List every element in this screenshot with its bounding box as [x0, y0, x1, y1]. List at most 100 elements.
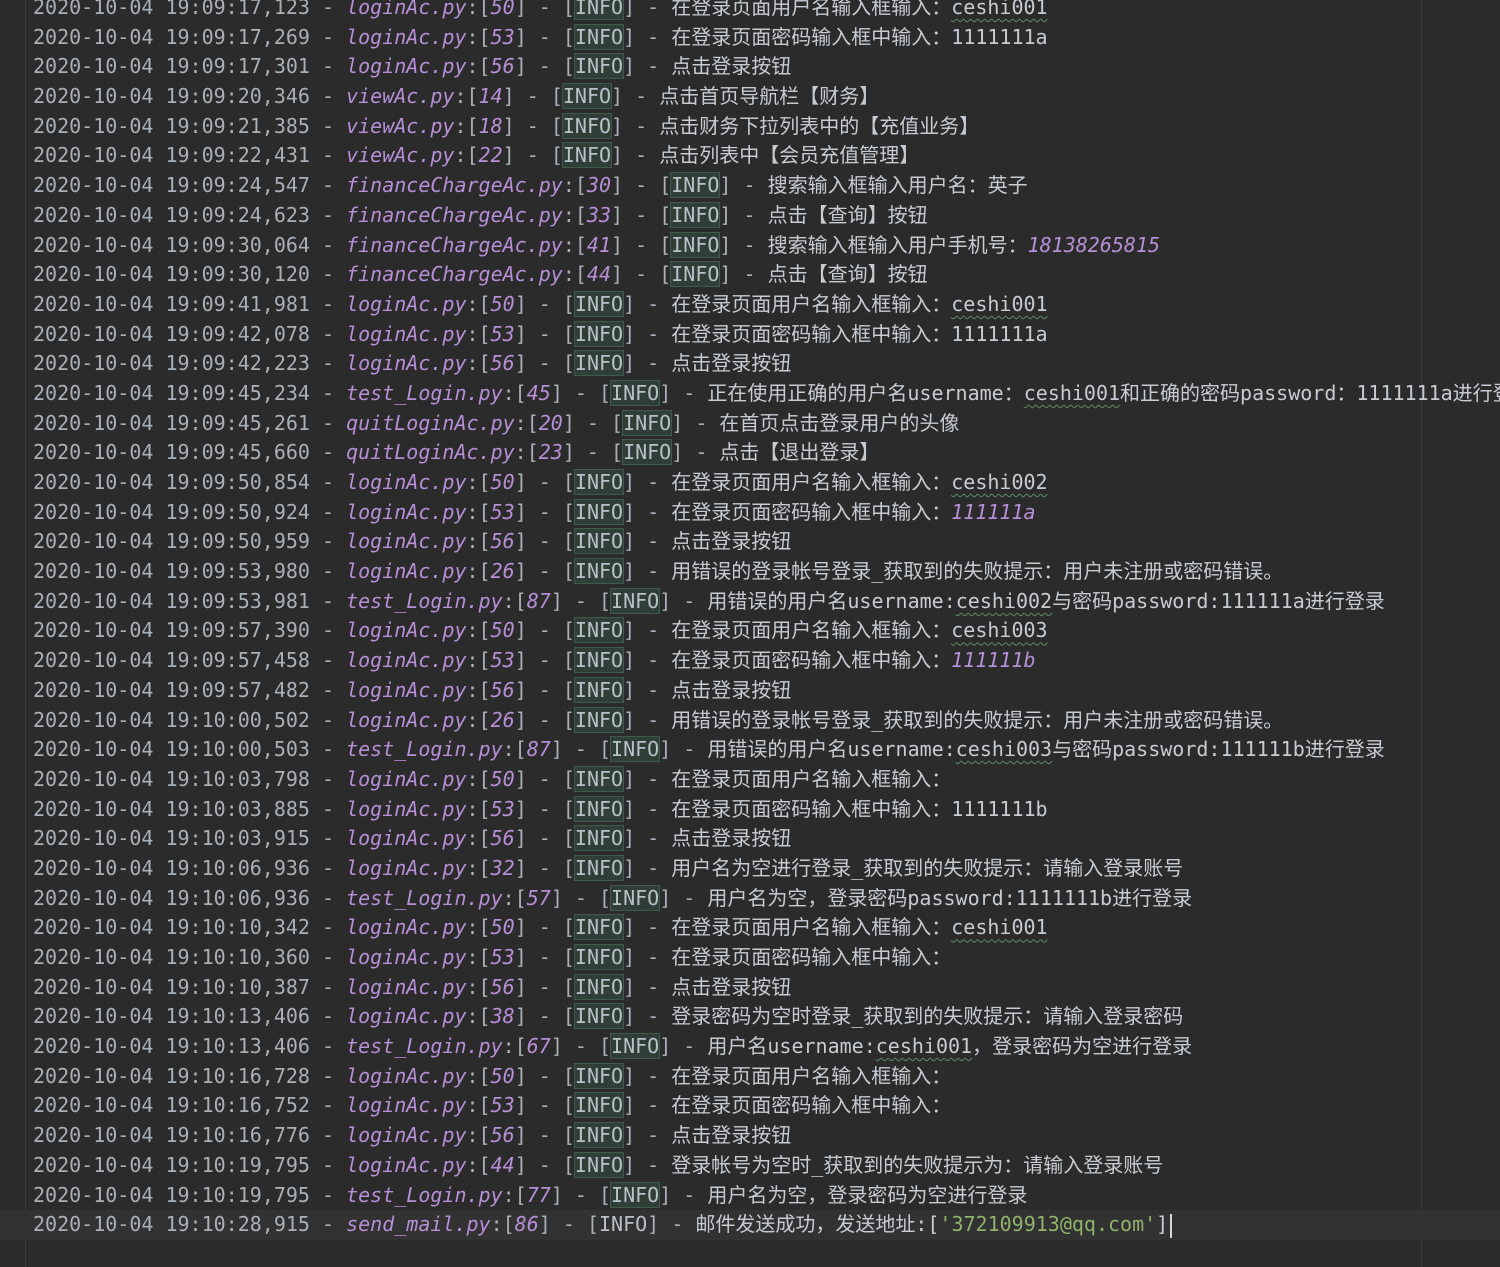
punct: [: [562, 321, 575, 346]
log-file-name: loginAc.py: [346, 826, 467, 851]
log-line[interactable]: 2020-10-04 19:09:50,854 - loginAc.py:[50…: [33, 468, 1500, 498]
separator: -: [574, 410, 612, 435]
log-line[interactable]: 2020-10-04 19:09:45,261 - quitLoginAc.py…: [33, 409, 1500, 439]
log-line[interactable]: 2020-10-04 19:10:16,776 - loginAc.py:[56…: [33, 1121, 1500, 1151]
log-file-name: test_Login.py: [346, 380, 503, 405]
log-line[interactable]: 2020-10-04 19:10:03,798 - loginAc.py:[50…: [33, 765, 1500, 795]
log-level: INFO: [573, 765, 625, 792]
log-message: 点击【查询】按钮: [767, 202, 928, 227]
punct: ]: [623, 291, 636, 316]
log-line[interactable]: 2020-10-04 19:09:57,390 - loginAc.py:[50…: [33, 616, 1500, 646]
punct: ]: [514, 470, 527, 494]
log-file-name: test_Login.py: [346, 737, 503, 762]
log-value: 1111111a: [951, 24, 1048, 49]
log-line[interactable]: 2020-10-04 19:10:28,915 - send_mail.py:[…: [0, 1210, 1500, 1240]
log-level: INFO: [573, 23, 625, 50]
log-line[interactable]: 2020-10-04 19:10:16,752 - loginAc.py:[53…: [33, 1091, 1500, 1121]
log-line[interactable]: 2020-10-04 19:09:30,120 - financeChargeA…: [33, 260, 1500, 290]
punct: ]: [611, 232, 624, 257]
separator: -: [635, 974, 672, 999]
log-line[interactable]: 2020-10-04 19:09:53,980 - loginAc.py:[26…: [33, 557, 1500, 587]
log-line-number: 53: [490, 945, 515, 969]
log-line[interactable]: 2020-10-04 19:10:16,728 - loginAc.py:[50…: [33, 1062, 1500, 1092]
log-line[interactable]: 2020-10-04 19:10:06,936 - loginAc.py:[32…: [33, 854, 1500, 884]
log-line[interactable]: 2020-10-04 19:10:13,406 - test_Login.py:…: [33, 1032, 1500, 1062]
log-line[interactable]: 2020-10-04 19:09:20,346 - viewAc.py:[14]…: [33, 82, 1500, 112]
log-line[interactable]: 2020-10-04 19:09:53,981 - test_Login.py:…: [33, 587, 1500, 617]
log-timestamp: 2020-10-04 19:10:00,503: [33, 737, 310, 762]
log-file-name: loginAc.py: [346, 855, 467, 880]
log-line[interactable]: 2020-10-04 19:10:19,795 - loginAc.py:[44…: [33, 1151, 1500, 1181]
separator: -: [526, 1093, 563, 1118]
separator: -: [309, 529, 347, 554]
log-line[interactable]: 2020-10-04 19:09:57,458 - loginAc.py:[53…: [33, 646, 1500, 676]
punct: ]: [502, 143, 515, 168]
punct: :[: [454, 84, 479, 109]
log-line[interactable]: 2020-10-04 19:09:50,924 - loginAc.py:[53…: [33, 498, 1500, 528]
log-line[interactable]: 2020-10-04 19:09:42,078 - loginAc.py:[53…: [33, 320, 1500, 350]
punct: :[: [502, 1182, 527, 1207]
separator: -: [526, 707, 563, 732]
log-timestamp: 2020-10-04 19:09:57,482: [33, 677, 310, 702]
separator: -: [526, 0, 563, 19]
log-line[interactable]: 2020-10-04 19:10:00,503 - test_Login.py:…: [33, 735, 1500, 765]
log-line[interactable]: 2020-10-04 19:10:06,936 - test_Login.py:…: [33, 884, 1500, 914]
log-line[interactable]: 2020-10-04 19:09:17,123 - loginAc.py:[50…: [33, 0, 1500, 23]
log-line[interactable]: 2020-10-04 19:10:10,342 - loginAc.py:[50…: [33, 913, 1500, 943]
log-line[interactable]: 2020-10-04 19:10:10,360 - loginAc.py:[53…: [33, 943, 1500, 973]
log-file-name: financeChargeAc.py: [346, 202, 563, 227]
punct: :[: [466, 1123, 491, 1148]
log-message: 点击登录按钮: [671, 529, 792, 554]
log-level: INFO: [573, 1151, 625, 1178]
log-file-name: loginAc.py: [346, 0, 467, 19]
log-line[interactable]: 2020-10-04 19:09:24,547 - financeChargeA…: [33, 171, 1500, 201]
log-view[interactable]: 2020-10-04 19:09:17,123 - loginAc.py:[50…: [0, 0, 1500, 1240]
log-value: ceshi002: [951, 470, 1048, 494]
log-level: INFO: [573, 706, 625, 733]
log-line[interactable]: 2020-10-04 19:09:45,234 - test_Login.py:…: [33, 379, 1500, 409]
log-value: ceshi002: [955, 588, 1053, 613]
log-line[interactable]: 2020-10-04 19:10:19,795 - test_Login.py:…: [33, 1181, 1500, 1211]
log-message: 在登录页面用户名输入框输入：: [671, 915, 952, 940]
punct: [: [598, 1034, 612, 1059]
log-line[interactable]: 2020-10-04 19:10:03,885 - loginAc.py:[53…: [33, 795, 1500, 825]
log-file-name: loginAc.py: [346, 470, 467, 494]
separator: -: [671, 737, 708, 762]
log-level: INFO: [573, 469, 625, 495]
log-line[interactable]: 2020-10-04 19:09:57,482 - loginAc.py:[56…: [33, 676, 1500, 706]
editor-gutter[interactable]: [0, 0, 26, 1267]
log-message: 点击【退出登录】: [719, 440, 880, 465]
log-message: 正在使用正确的用户名username：: [707, 380, 1024, 405]
log-line[interactable]: 2020-10-04 19:09:24,623 - financeChargeA…: [33, 201, 1500, 231]
log-line[interactable]: 2020-10-04 19:09:17,269 - loginAc.py:[53…: [33, 23, 1500, 53]
punct: ]: [514, 499, 527, 524]
log-line[interactable]: 2020-10-04 19:09:21,385 - viewAc.py:[18]…: [33, 112, 1500, 142]
log-line-number: 87: [526, 588, 551, 613]
punct: [: [562, 796, 575, 821]
log-line[interactable]: 2020-10-04 19:09:45,660 - quitLoginAc.py…: [33, 438, 1500, 468]
log-timestamp: 2020-10-04 19:09:57,390: [33, 618, 310, 643]
separator: -: [309, 113, 347, 138]
punct: ]: [514, 1093, 527, 1118]
separator: -: [309, 559, 347, 584]
separator: -: [623, 143, 660, 168]
log-line[interactable]: 2020-10-04 19:10:00,502 - loginAc.py:[26…: [33, 706, 1500, 736]
log-line[interactable]: 2020-10-04 19:09:50,959 - loginAc.py:[56…: [33, 527, 1500, 557]
separator: -: [635, 1093, 672, 1118]
log-line-number: 50: [490, 470, 515, 494]
separator: -: [309, 1093, 347, 1118]
log-line[interactable]: 2020-10-04 19:09:17,301 - loginAc.py:[56…: [33, 52, 1500, 82]
log-line[interactable]: 2020-10-04 19:10:03,915 - loginAc.py:[56…: [33, 824, 1500, 854]
log-line[interactable]: 2020-10-04 19:09:30,064 - financeChargeA…: [33, 231, 1500, 261]
separator: -: [526, 618, 563, 643]
separator: -: [309, 440, 347, 465]
log-line[interactable]: 2020-10-04 19:09:41,981 - loginAc.py:[50…: [33, 290, 1500, 320]
log-line-number: 33: [586, 202, 612, 227]
log-line[interactable]: 2020-10-04 19:09:22,431 - viewAc.py:[22]…: [33, 141, 1500, 171]
punct: :[: [466, 648, 491, 673]
log-line[interactable]: 2020-10-04 19:10:10,387 - loginAc.py:[56…: [33, 973, 1500, 1003]
log-file-name: quitLoginAc.py: [346, 440, 515, 465]
log-line[interactable]: 2020-10-04 19:09:42,223 - loginAc.py:[56…: [33, 349, 1500, 379]
log-line[interactable]: 2020-10-04 19:10:13,406 - loginAc.py:[38…: [33, 1002, 1500, 1032]
punct: ]: [514, 351, 527, 376]
